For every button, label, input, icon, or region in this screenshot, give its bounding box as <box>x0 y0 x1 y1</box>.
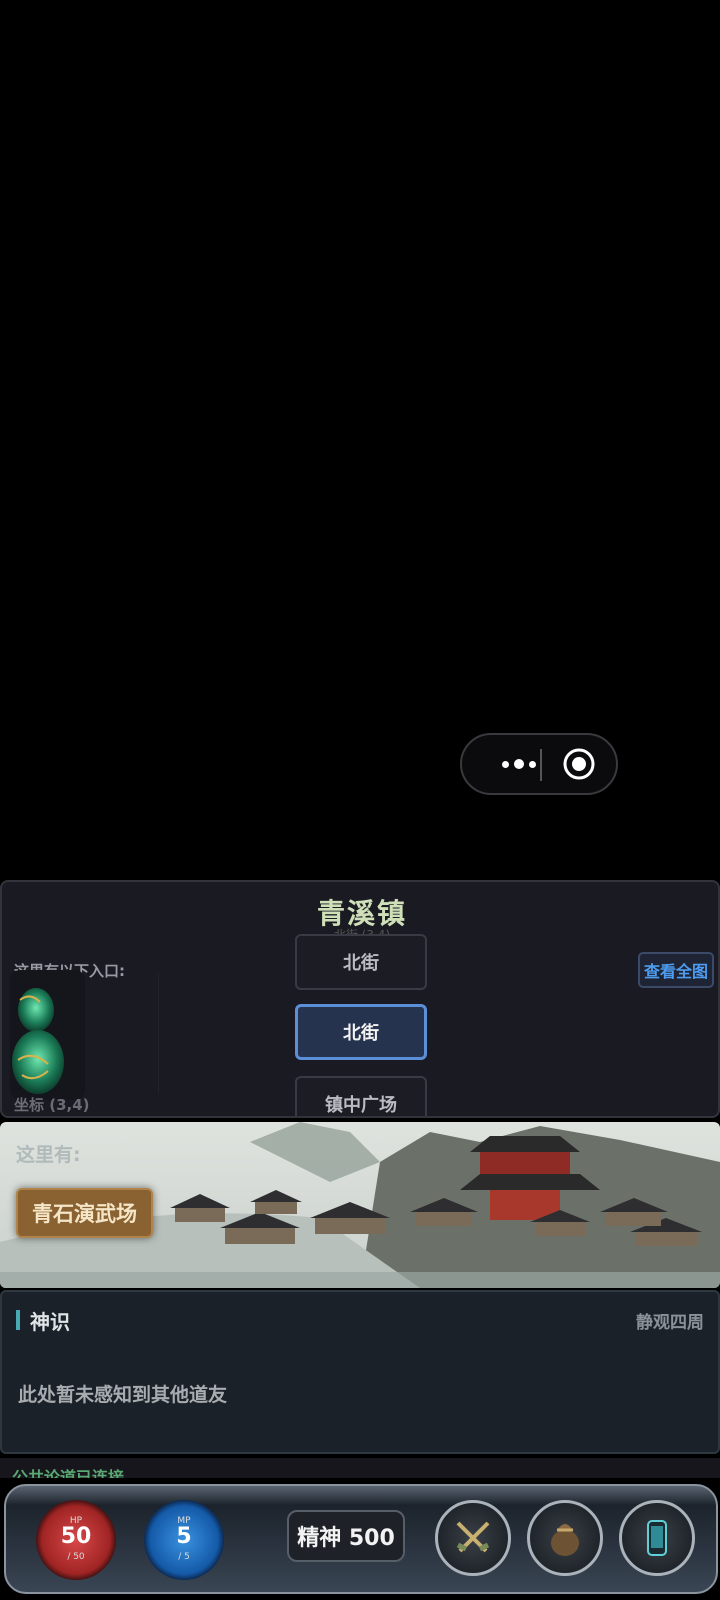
jade-gourd-icon <box>10 970 85 1100</box>
chat-status: 公共论道已连接 <box>12 1468 125 1478</box>
hp-value: 50 <box>60 1524 92 1549</box>
sense-title: 神识 <box>30 1310 70 1334</box>
scene-panel: 这里有: 青石演武场 <box>0 1122 720 1288</box>
phone-icon[interactable] <box>619 1500 695 1576</box>
hp-orb: HP 50 / 50 <box>36 1500 116 1580</box>
target-circle-icon[interactable] <box>562 747 596 781</box>
map-node-current[interactable]: 北街 <box>295 1004 427 1060</box>
bag-icon[interactable] <box>527 1500 603 1576</box>
here-label: 这里有: <box>16 1144 81 1166</box>
view-full-map-button[interactable]: 查看全图 <box>638 952 715 988</box>
more-dots-icon[interactable] <box>484 735 554 793</box>
capsule-divider <box>540 749 542 781</box>
map-panel: 青溪镇 北街 (3,4) 这里有以下入口: 查看全图 坐标 (3,4) 北街 北… <box>0 880 720 1118</box>
mp-orb: MP 5 / 5 <box>144 1500 224 1580</box>
mp-value: 5 <box>176 1524 192 1549</box>
section-accent-bar <box>16 1310 20 1330</box>
mp-max: / 5 <box>178 1552 190 1562</box>
sense-empty-text: 此处暂未感知到其他道友 <box>18 1384 228 1406</box>
location-button[interactable]: 青石演武场 <box>16 1188 153 1238</box>
inventory-slot <box>92 974 159 1094</box>
map-node-north[interactable]: 北街 <box>295 934 427 990</box>
sense-panel: 神识 静观四周 此处暂未感知到其他道友 <box>0 1290 720 1454</box>
map-node-south[interactable]: 镇中广场 <box>295 1076 427 1116</box>
bottom-bar: HP 50 / 50 MP 5 / 5 精神 500 <box>4 1484 718 1594</box>
coordinate-label: 坐标 (3,4) <box>14 1096 90 1114</box>
miniprogram-capsule <box>460 733 618 795</box>
crossed-swords-icon[interactable] <box>435 1500 511 1576</box>
observe-button[interactable]: 静观四周 <box>636 1308 704 1333</box>
hp-max: / 50 <box>67 1552 85 1562</box>
spirit-display[interactable]: 精神 500 <box>287 1510 405 1562</box>
chat-strip: 公共论道已连接 <box>0 1458 720 1478</box>
